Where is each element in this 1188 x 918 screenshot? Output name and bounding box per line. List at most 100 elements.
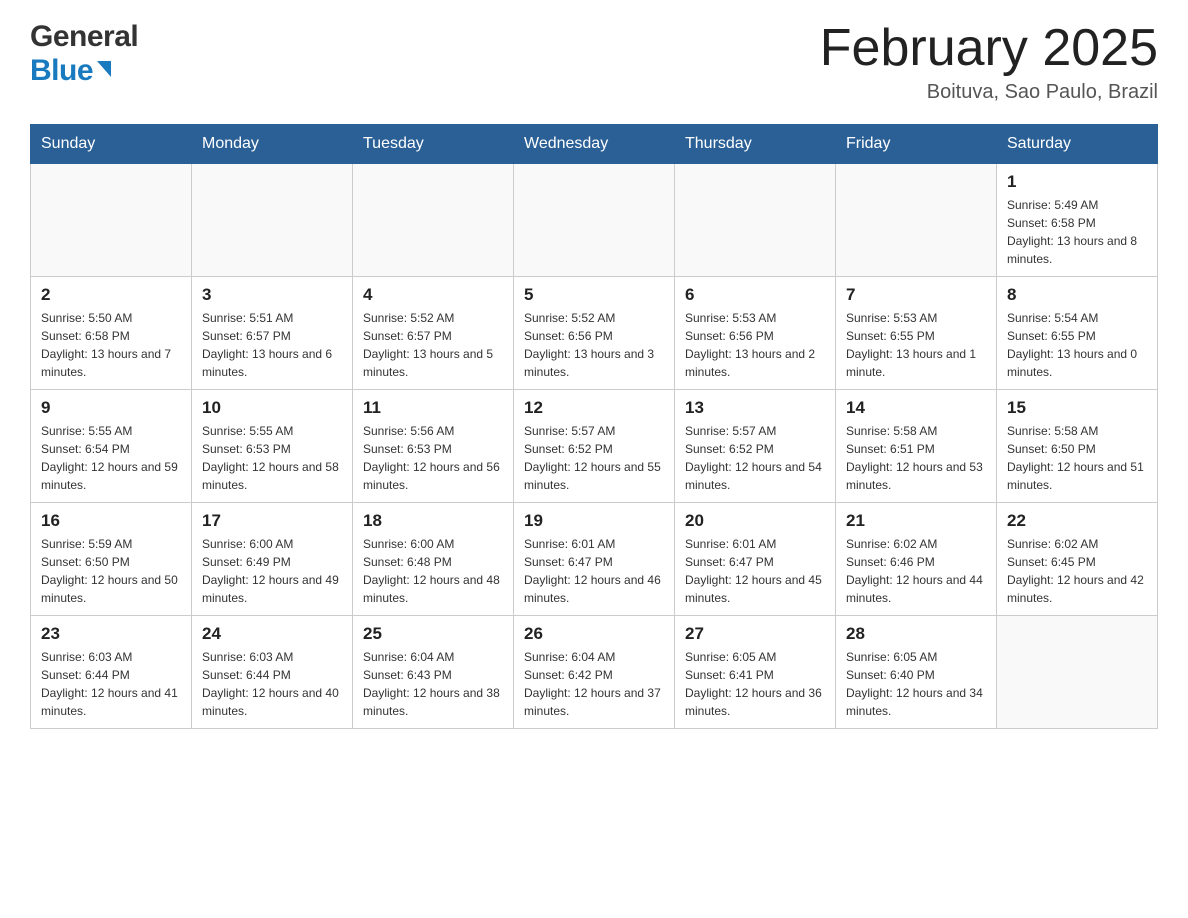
calendar-cell: 20Sunrise: 6:01 AM Sunset: 6:47 PM Dayli… — [675, 503, 836, 616]
calendar-cell: 4 Sunrise: 5:52 AM Sunset: 6:57 PM Daylig… — [353, 277, 514, 390]
day-info: Sunrise: 6:01 AM Sunset: 6:47 PM Dayligh… — [524, 535, 664, 607]
location-label: Boituva, Sao Paulo, Brazil — [820, 81, 1158, 104]
day-info: Sunrise: 5:49 AM Sunset: 6:58 PM Dayligh… — [1007, 196, 1147, 268]
calendar-cell: 14Sunrise: 5:58 AM Sunset: 6:51 PM Dayli… — [836, 390, 997, 503]
calendar-table: SundayMondayTuesdayWednesdayThursdayFrid… — [30, 124, 1158, 729]
calendar-cell — [192, 164, 353, 277]
calendar-cell: 15 Sunrise: 5:58 AM Sunset: 6:50 PM Dayli… — [997, 390, 1158, 503]
day-info: Sunrise: 6:03 AM Sunset: 6:44 PM Dayligh… — [41, 648, 181, 720]
day-number: 4 — [363, 285, 503, 305]
weekday-header: Monday — [192, 125, 353, 164]
day-info: Sunrise: 6:02 AM Sunset: 6:45 PM Dayligh… — [1007, 535, 1147, 607]
weekday-header: Sunday — [31, 125, 192, 164]
calendar-week-row: 23 Sunrise: 6:03 AM Sunset: 6:44 PM Dayli… — [31, 616, 1158, 729]
weekday-header: Friday — [836, 125, 997, 164]
day-number: 15 — [1007, 398, 1147, 418]
day-info: Sunrise: 5:59 AM Sunset: 6:50 PM Dayligh… — [41, 535, 181, 607]
logo: General Blue — [30, 20, 138, 88]
day-number: 11 — [363, 398, 503, 418]
day-info: Sunrise: 5:57 AM Sunset: 6:52 PM Dayligh… — [524, 422, 664, 494]
calendar-cell — [514, 164, 675, 277]
calendar-cell: 1 Sunrise: 5:49 AM Sunset: 6:58 PM Daylig… — [997, 164, 1158, 277]
day-number: 5 — [524, 285, 664, 305]
calendar-cell: 23 Sunrise: 6:03 AM Sunset: 6:44 PM Dayli… — [31, 616, 192, 729]
day-number: 20 — [685, 511, 825, 531]
calendar-cell: 7 Sunrise: 5:53 AM Sunset: 6:55 PM Daylig… — [836, 277, 997, 390]
calendar-body: 1 Sunrise: 5:49 AM Sunset: 6:58 PM Daylig… — [31, 164, 1158, 729]
month-title: February 2025 — [820, 20, 1158, 77]
calendar-cell: 8 Sunrise: 5:54 AM Sunset: 6:55 PM Daylig… — [997, 277, 1158, 390]
day-number: 27 — [685, 624, 825, 644]
calendar-cell — [31, 164, 192, 277]
calendar-cell: 27 Sunrise: 6:05 AM Sunset: 6:41 PM Dayli… — [675, 616, 836, 729]
day-info: Sunrise: 6:05 AM Sunset: 6:41 PM Dayligh… — [685, 648, 825, 720]
day-number: 21 — [846, 511, 986, 531]
day-info: Sunrise: 6:00 AM Sunset: 6:49 PM Dayligh… — [202, 535, 342, 607]
calendar-cell — [353, 164, 514, 277]
day-number: 2 — [41, 285, 181, 305]
day-info: Sunrise: 5:53 AM Sunset: 6:55 PM Dayligh… — [846, 309, 986, 381]
calendar-week-row: 9Sunrise: 5:55 AM Sunset: 6:54 PM Daylig… — [31, 390, 1158, 503]
calendar-week-row: 2 Sunrise: 5:50 AM Sunset: 6:58 PM Daylig… — [31, 277, 1158, 390]
calendar-cell: 12 Sunrise: 5:57 AM Sunset: 6:52 PM Dayli… — [514, 390, 675, 503]
calendar-cell: 21Sunrise: 6:02 AM Sunset: 6:46 PM Dayli… — [836, 503, 997, 616]
day-info: Sunrise: 6:05 AM Sunset: 6:40 PM Dayligh… — [846, 648, 986, 720]
day-number: 13 — [685, 398, 825, 418]
day-info: Sunrise: 5:58 AM Sunset: 6:51 PM Dayligh… — [846, 422, 986, 494]
calendar-cell: 3Sunrise: 5:51 AM Sunset: 6:57 PM Daylig… — [192, 277, 353, 390]
day-info: Sunrise: 5:50 AM Sunset: 6:58 PM Dayligh… — [41, 309, 181, 381]
day-number: 16 — [41, 511, 181, 531]
weekday-header: Thursday — [675, 125, 836, 164]
day-info: Sunrise: 5:57 AM Sunset: 6:52 PM Dayligh… — [685, 422, 825, 494]
calendar-week-row: 16 Sunrise: 5:59 AM Sunset: 6:50 PM Dayli… — [31, 503, 1158, 616]
day-number: 24 — [202, 624, 342, 644]
calendar-cell — [675, 164, 836, 277]
day-number: 26 — [524, 624, 664, 644]
day-info: Sunrise: 5:58 AM Sunset: 6:50 PM Dayligh… — [1007, 422, 1147, 494]
day-number: 17 — [202, 511, 342, 531]
day-info: Sunrise: 5:51 AM Sunset: 6:57 PM Dayligh… — [202, 309, 342, 381]
day-number: 12 — [524, 398, 664, 418]
logo-general-text: General — [30, 20, 138, 54]
day-number: 10 — [202, 398, 342, 418]
calendar-cell: 19 Sunrise: 6:01 AM Sunset: 6:47 PM Dayli… — [514, 503, 675, 616]
weekday-header: Tuesday — [353, 125, 514, 164]
day-info: Sunrise: 5:52 AM Sunset: 6:57 PM Dayligh… — [363, 309, 503, 381]
day-number: 23 — [41, 624, 181, 644]
calendar-cell: 22 Sunrise: 6:02 AM Sunset: 6:45 PM Dayli… — [997, 503, 1158, 616]
calendar-cell: 2 Sunrise: 5:50 AM Sunset: 6:58 PM Daylig… — [31, 277, 192, 390]
calendar-cell: 25 Sunrise: 6:04 AM Sunset: 6:43 PM Dayli… — [353, 616, 514, 729]
calendar-cell: 11 Sunrise: 5:56 AM Sunset: 6:53 PM Dayli… — [353, 390, 514, 503]
calendar-week-row: 1 Sunrise: 5:49 AM Sunset: 6:58 PM Daylig… — [31, 164, 1158, 277]
calendar-cell: 5 Sunrise: 5:52 AM Sunset: 6:56 PM Daylig… — [514, 277, 675, 390]
calendar-cell: 9Sunrise: 5:55 AM Sunset: 6:54 PM Daylig… — [31, 390, 192, 503]
calendar-cell — [836, 164, 997, 277]
day-number: 25 — [363, 624, 503, 644]
day-number: 8 — [1007, 285, 1147, 305]
day-info: Sunrise: 5:54 AM Sunset: 6:55 PM Dayligh… — [1007, 309, 1147, 381]
calendar-cell: 10 Sunrise: 5:55 AM Sunset: 6:53 PM Dayli… — [192, 390, 353, 503]
day-number: 6 — [685, 285, 825, 305]
day-number: 18 — [363, 511, 503, 531]
calendar-cell: 13 Sunrise: 5:57 AM Sunset: 6:52 PM Dayli… — [675, 390, 836, 503]
day-number: 9 — [41, 398, 181, 418]
day-info: Sunrise: 6:04 AM Sunset: 6:43 PM Dayligh… — [363, 648, 503, 720]
weekday-header: Saturday — [997, 125, 1158, 164]
day-info: Sunrise: 5:53 AM Sunset: 6:56 PM Dayligh… — [685, 309, 825, 381]
day-info: Sunrise: 6:04 AM Sunset: 6:42 PM Dayligh… — [524, 648, 664, 720]
logo-blue-text: Blue — [30, 54, 93, 88]
logo-triangle-icon — [97, 61, 111, 77]
calendar-cell: 18 Sunrise: 6:00 AM Sunset: 6:48 PM Dayli… — [353, 503, 514, 616]
day-number: 28 — [846, 624, 986, 644]
day-info: Sunrise: 5:56 AM Sunset: 6:53 PM Dayligh… — [363, 422, 503, 494]
day-number: 1 — [1007, 172, 1147, 192]
day-info: Sunrise: 5:55 AM Sunset: 6:53 PM Dayligh… — [202, 422, 342, 494]
weekday-header: Wednesday — [514, 125, 675, 164]
day-number: 22 — [1007, 511, 1147, 531]
page-header: General Blue February 2025 Boituva, Sao … — [30, 20, 1158, 104]
day-info: Sunrise: 5:52 AM Sunset: 6:56 PM Dayligh… — [524, 309, 664, 381]
calendar-cell: 26 Sunrise: 6:04 AM Sunset: 6:42 PM Dayli… — [514, 616, 675, 729]
day-number: 7 — [846, 285, 986, 305]
day-number: 19 — [524, 511, 664, 531]
day-info: Sunrise: 6:00 AM Sunset: 6:48 PM Dayligh… — [363, 535, 503, 607]
